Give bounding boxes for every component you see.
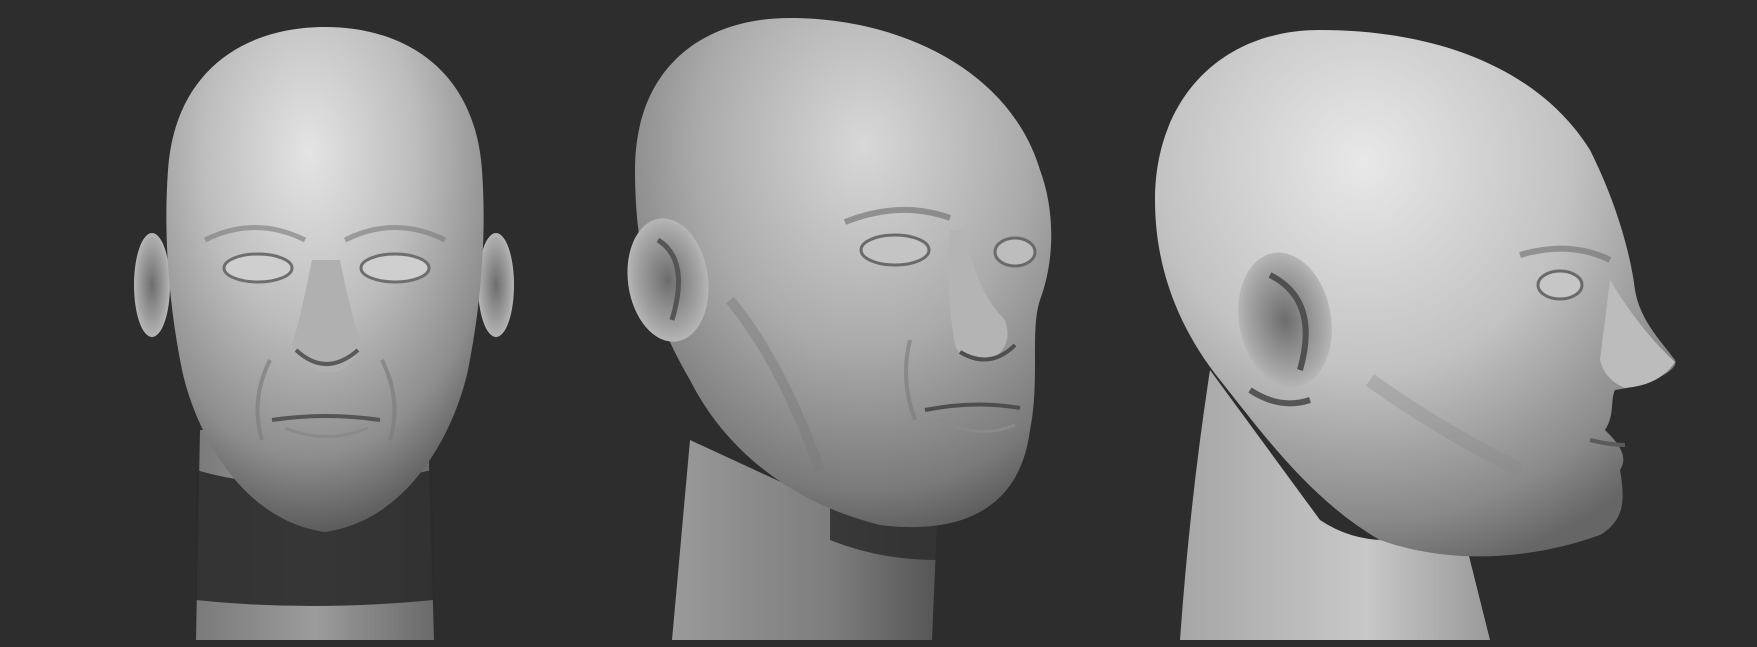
ear-right <box>478 233 514 337</box>
sculpt-render <box>134 18 1676 640</box>
eye-far <box>993 236 1037 268</box>
head-profile <box>1155 30 1676 640</box>
eye-near <box>859 233 931 267</box>
eye-left <box>222 252 294 284</box>
nose <box>1600 280 1675 388</box>
head-three-quarter <box>627 18 1052 640</box>
eye-right <box>359 252 431 284</box>
eye-profile <box>1536 269 1584 301</box>
head-front <box>134 27 514 640</box>
render-viewport <box>0 0 1757 647</box>
ear-left <box>134 233 170 337</box>
